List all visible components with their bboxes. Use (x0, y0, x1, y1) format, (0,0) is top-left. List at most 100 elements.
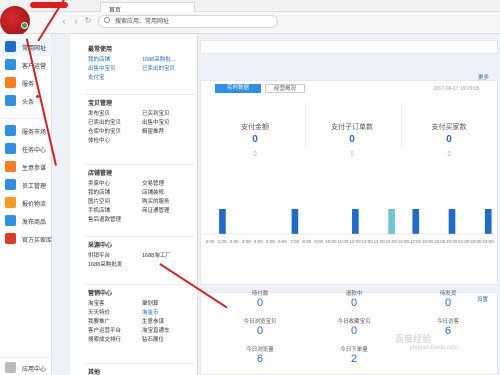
menu-link[interactable]: 售后退款管理 (88, 215, 121, 223)
x-tick-label: 14:00 (374, 239, 386, 244)
sidebar-item-label: 生意参谋 (22, 166, 47, 172)
menu-link[interactable]: 出售中宝贝 (142, 118, 170, 126)
x-tick-label: 20:00 (446, 239, 458, 244)
hourly-bar-chart: 0:00 1:00 2:00 3:00 4:00 5:00 6:00 7:00 8:00 9:00… (204, 209, 494, 244)
menu-link[interactable]: 淘宝客 (88, 299, 105, 307)
menu-link[interactable]: 钻石展位 (142, 335, 164, 343)
watermark: 百度经验 (395, 334, 432, 344)
menu-link[interactable]: 供销平台 (88, 251, 110, 259)
menu-link[interactable]: 客户运营平台 (88, 326, 121, 334)
sidebar-item[interactable]: 任务中心 (0, 140, 52, 158)
tab-home[interactable]: 首页 (100, 2, 195, 14)
menu-link[interactable]: 天天特价 (88, 308, 110, 316)
menu-group-title: 其他 (88, 370, 101, 375)
search-icon (104, 17, 110, 23)
menu-link[interactable]: 交易管理 (142, 179, 164, 187)
frequent-links-menu: 最常使用 我的店铺 1688采购批... 出售中宝贝 已卖出的宝贝 支付宝 宝贝管理 发布宝贝… (70, 34, 198, 375)
forward-icon[interactable]: › (70, 16, 82, 26)
x-tick-label: 15:00 (386, 239, 398, 244)
sidebar-item[interactable]: 官方买家库 (0, 230, 52, 248)
sidebar-item[interactable]: 头条 (0, 92, 52, 110)
menu-divider (85, 164, 195, 165)
customer-icon (5, 59, 16, 70)
search-input[interactable]: 搜索应用、常用网址 (98, 15, 278, 28)
back-icon[interactable]: ‹ (58, 16, 70, 26)
menu-link[interactable]: 我要推广 (88, 317, 110, 325)
sidebar: 常用网址客户运营服务头条服务市场任务中心生意参谋员工管理报价物流发布商品官方买家… (0, 34, 52, 375)
menu-link[interactable]: 1688采购批... (142, 55, 175, 63)
menu-link[interactable]: 店铺装修 (142, 188, 164, 196)
menu-link[interactable]: 出售中宝贝 (88, 64, 116, 72)
x-tick-label: 9:00 (314, 239, 323, 244)
app-center-label: 应用中心 (22, 367, 47, 373)
staff-icon (5, 179, 16, 190)
menu-link[interactable]: 购买的服务 (142, 197, 170, 205)
sidebar-item-label: 任务中心 (22, 148, 47, 154)
sidebar-item[interactable]: 发布商品 (0, 212, 52, 230)
menu-link[interactable]: 仓库中的宝贝 (88, 127, 121, 135)
x-tick-label: 8:00 (302, 239, 311, 244)
menu-group-title: 店铺管理 (88, 171, 113, 177)
x-tick-label: 5:00 (266, 239, 275, 244)
x-tick-label: 21:00 (458, 239, 470, 244)
menu-link[interactable]: 淘宝直通车 (142, 326, 170, 334)
sidebar-item[interactable]: 生意参谋 (0, 158, 52, 176)
online-status-icon (21, 22, 28, 29)
x-tick-label: 17:00 (410, 239, 422, 244)
menu-group-title: 采源中心 (88, 243, 113, 249)
sidebar-item[interactable]: 报价物流 (0, 194, 52, 212)
menu-link[interactable]: 手机店铺 (88, 206, 110, 214)
menu-link[interactable]: 体检中心 (88, 136, 110, 144)
title-bar (0, 0, 500, 12)
x-tick-label: 22:00 (470, 239, 482, 244)
chart-bar (352, 209, 359, 234)
x-tick-label: 1:00 (218, 239, 227, 244)
sidebar-item[interactable]: 服务市场 (0, 122, 52, 140)
menu-link[interactable]: 已卖出的宝贝 (142, 64, 175, 72)
avatar[interactable] (0, 6, 30, 36)
menu-link[interactable]: 已卖出的宝贝 (88, 118, 121, 126)
x-tick-label: 23:00 (482, 239, 494, 244)
sidebar-item[interactable]: 服务 (0, 74, 52, 92)
sidebar-item[interactable]: 员工管理 (0, 176, 52, 194)
menu-group-title: 最常使用 (88, 47, 113, 53)
grid-icon (5, 362, 16, 373)
menu-link[interactable]: 已买到宝贝 (142, 109, 170, 117)
sidebar-item-label: 头条 (22, 100, 35, 106)
menu-link[interactable]: 1688淘工厂 (142, 251, 171, 259)
sidebar-item-label: 常用网址 (22, 46, 47, 52)
task-icon (5, 143, 16, 154)
app-center[interactable]: 应用中心 (0, 357, 52, 375)
menu-link[interactable]: 生意参谋 (142, 317, 164, 325)
x-tick-label: 6:00 (278, 239, 287, 244)
sidebar-item-label: 发布商品 (22, 220, 47, 226)
menu-link[interactable]: 商证通管理 (142, 206, 170, 214)
sidebar-item-label: 员工管理 (22, 184, 47, 190)
chart-bar (484, 209, 492, 234)
menu-link[interactable]: 搜索成交排行 (88, 335, 121, 343)
list-icon (5, 41, 16, 52)
menu-link[interactable]: 淘金币 (142, 308, 159, 316)
refresh-icon[interactable]: ↻ (82, 16, 94, 25)
menu-divider (85, 284, 195, 285)
menu-link[interactable]: 1688采购批发 (88, 260, 122, 268)
menu-link[interactable]: 橱窗推荐 (142, 127, 164, 135)
menu-link[interactable]: 卖家中心 (88, 179, 110, 187)
menu-link[interactable]: 发布宝贝 (88, 109, 110, 117)
x-tick-label: 11:00 (337, 239, 348, 244)
chart-bar (219, 209, 226, 234)
menu-link[interactable]: 聚划算 (142, 299, 159, 307)
sidebar-item-label: 服务 (22, 82, 35, 88)
buyer-icon (5, 233, 16, 244)
menu-link[interactable]: 我的店铺 (88, 188, 110, 196)
menu-divider (85, 236, 195, 237)
menu-link[interactable]: 支付宝 (88, 73, 105, 81)
menu-link[interactable]: 图片空间 (88, 197, 110, 205)
menu-group-title: 宝贝管理 (88, 101, 113, 107)
menu-link[interactable]: 我的店铺 (88, 55, 110, 63)
x-tick-label: 12:00 (349, 239, 361, 244)
service-icon (5, 77, 16, 88)
chart-bar (412, 209, 420, 234)
sidebar-item[interactable]: 客户运营 (0, 56, 52, 74)
chart-bar (291, 209, 299, 234)
